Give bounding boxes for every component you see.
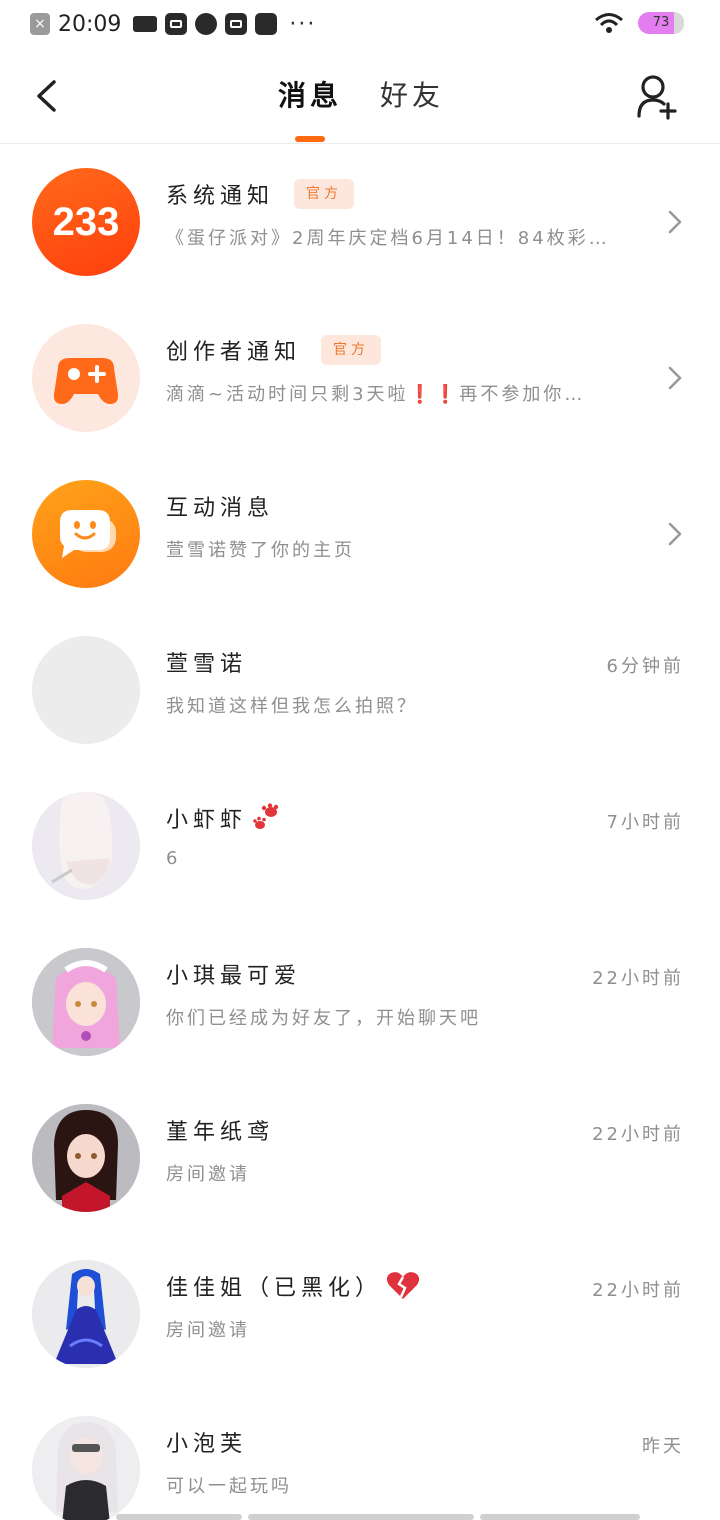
sender-name-row: 堇年纸鸢: [166, 1114, 274, 1146]
tab-messages[interactable]: 消息: [278, 76, 343, 142]
sender-name: 小琪最可爱: [166, 964, 302, 989]
message-preview: 《蛋仔派对》2周年庆定档6月14日！84枚彩…: [166, 228, 610, 249]
avatar: [32, 324, 140, 432]
message-preview: 滴滴~活动时间只剩3天啦❗❗再不参加你…: [166, 384, 586, 405]
close-notification-icon: ×: [30, 13, 50, 35]
message-preview: 我知道这样但我怎么拍照？: [166, 696, 418, 717]
back-button[interactable]: [26, 74, 66, 118]
sender-name-row: 佳佳姐（已黑化）: [166, 1270, 420, 1302]
add-friend-button[interactable]: [636, 74, 680, 120]
dark-hair-avatar-icon: [32, 1104, 140, 1212]
app-notification-icon: [165, 13, 188, 35]
message-list: 233 系统通知 官方 《蛋仔派对》2周年庆定档6月14日！84枚彩… 创作者通…: [0, 144, 720, 1520]
list-item-chat[interactable]: 佳佳姐（已黑化） 22小时前 房间邀请: [0, 1236, 720, 1392]
sender-name-row: 萱雪诺: [166, 646, 247, 678]
message-preview: 6: [166, 848, 181, 869]
avatar: [32, 636, 140, 744]
wallet-icon: [225, 13, 248, 35]
chevron-right-icon: [668, 210, 682, 234]
message-preview: 萱雪诺赞了你的主页: [166, 540, 355, 561]
svg-text:233: 233: [53, 200, 120, 244]
233-logo-icon: 233: [53, 200, 120, 244]
message-time: 昨天: [642, 1436, 684, 1457]
sender-name-row: 小泡芙: [166, 1426, 247, 1458]
blue-hair-avatar-icon: [32, 1260, 140, 1368]
list-item-creator-notice[interactable]: 创作者通知 官方 滴滴~活动时间只剩3天啦❗❗再不参加你…: [0, 300, 720, 456]
message-time: 22小时前: [592, 1280, 684, 1301]
chevron-right-icon: [668, 366, 682, 390]
list-item-chat[interactable]: 小泡芙 昨天 可以一起玩吗: [0, 1392, 720, 1520]
battery-level: 73: [652, 15, 670, 30]
message-preview: 可以一起玩吗: [166, 1476, 292, 1497]
tab-friends[interactable]: 好友: [380, 76, 444, 116]
status-bar: × 20:09 ··· 73: [0, 0, 720, 48]
status-time: 20:09: [58, 11, 122, 37]
gamepad-plus-icon: [53, 358, 119, 404]
message-time: 6分钟前: [606, 656, 684, 677]
message-time: 22小时前: [592, 968, 684, 989]
sender-name: 小泡芙: [166, 1432, 248, 1457]
sender-name-row: 系统通知 官方: [166, 178, 355, 210]
video-camera-icon: [133, 16, 158, 32]
wifi-icon: [595, 13, 623, 33]
avatar: [32, 480, 140, 588]
sender-name: 小虾虾: [166, 808, 248, 833]
sender-name: 佳佳姐（已黑化）: [166, 1276, 383, 1301]
battery-icon: 73: [638, 12, 684, 34]
list-item-interactions[interactable]: 互动消息 萱雪诺赞了你的主页: [0, 456, 720, 612]
sender-name-row: 互动消息: [166, 490, 274, 522]
sender-name: 互动消息: [166, 496, 275, 521]
chevron-right-icon: [668, 522, 682, 546]
add-user-icon: [637, 75, 677, 120]
smile-chat-icon: [60, 510, 116, 558]
tab-friends-label: 好友: [380, 79, 445, 112]
avatar: [32, 948, 140, 1056]
play-icon: [255, 13, 278, 35]
message-time: 22小时前: [592, 1124, 684, 1145]
avatar: [32, 1260, 140, 1368]
sender-name-row: 创作者通知 官方: [166, 334, 382, 366]
active-tab-indicator: [295, 136, 325, 142]
chevron-left-icon: [37, 80, 56, 112]
paw-print-icon: [253, 803, 279, 829]
white-hair-avatar-icon: [32, 792, 140, 900]
sender-name-row: 小琪最可爱: [166, 958, 301, 990]
avatar: [32, 1104, 140, 1212]
more-notifications-icon: ···: [289, 11, 317, 37]
official-badge: 官方: [321, 335, 382, 365]
official-badge: 官方: [294, 179, 355, 209]
avatar: [32, 792, 140, 900]
sender-name: 创作者通知: [166, 340, 302, 365]
avatar: 233: [32, 168, 140, 276]
audio-icon: [195, 13, 218, 35]
sender-name: 系统通知: [166, 184, 275, 209]
broken-heart-icon: [386, 1272, 420, 1299]
message-preview: 你们已经成为好友了，开始聊天吧: [166, 1008, 481, 1029]
list-item-chat[interactable]: 小虾虾 7小时前 6: [0, 768, 720, 924]
silver-hair-avatar-icon: [32, 1416, 140, 1520]
list-item-system-notice[interactable]: 233 系统通知 官方 《蛋仔派对》2周年庆定档6月14日！84枚彩…: [0, 144, 720, 300]
message-preview: 房间邀请: [166, 1164, 250, 1185]
list-item-chat[interactable]: 萱雪诺 6分钟前 我知道这样但我怎么拍照？: [0, 612, 720, 768]
sender-name: 堇年纸鸢: [166, 1120, 275, 1145]
sender-name: 萱雪诺: [166, 652, 248, 677]
bottom-scroll-indicator: [116, 1514, 640, 1520]
header: 消息 好友: [0, 48, 720, 144]
tab-bar: 消息 好友: [278, 76, 444, 142]
tab-messages-label: 消息: [278, 79, 343, 112]
sender-name-row: 小虾虾: [166, 802, 281, 834]
list-item-chat[interactable]: 堇年纸鸢 22小时前 房间邀请: [0, 1080, 720, 1236]
message-time: 7小时前: [606, 812, 684, 833]
list-item-chat[interactable]: 小琪最可爱 22小时前 你们已经成为好友了，开始聊天吧: [0, 924, 720, 1080]
message-preview: 房间邀请: [166, 1320, 250, 1341]
pink-maid-avatar-icon: [32, 948, 140, 1056]
avatar: [32, 1416, 140, 1520]
